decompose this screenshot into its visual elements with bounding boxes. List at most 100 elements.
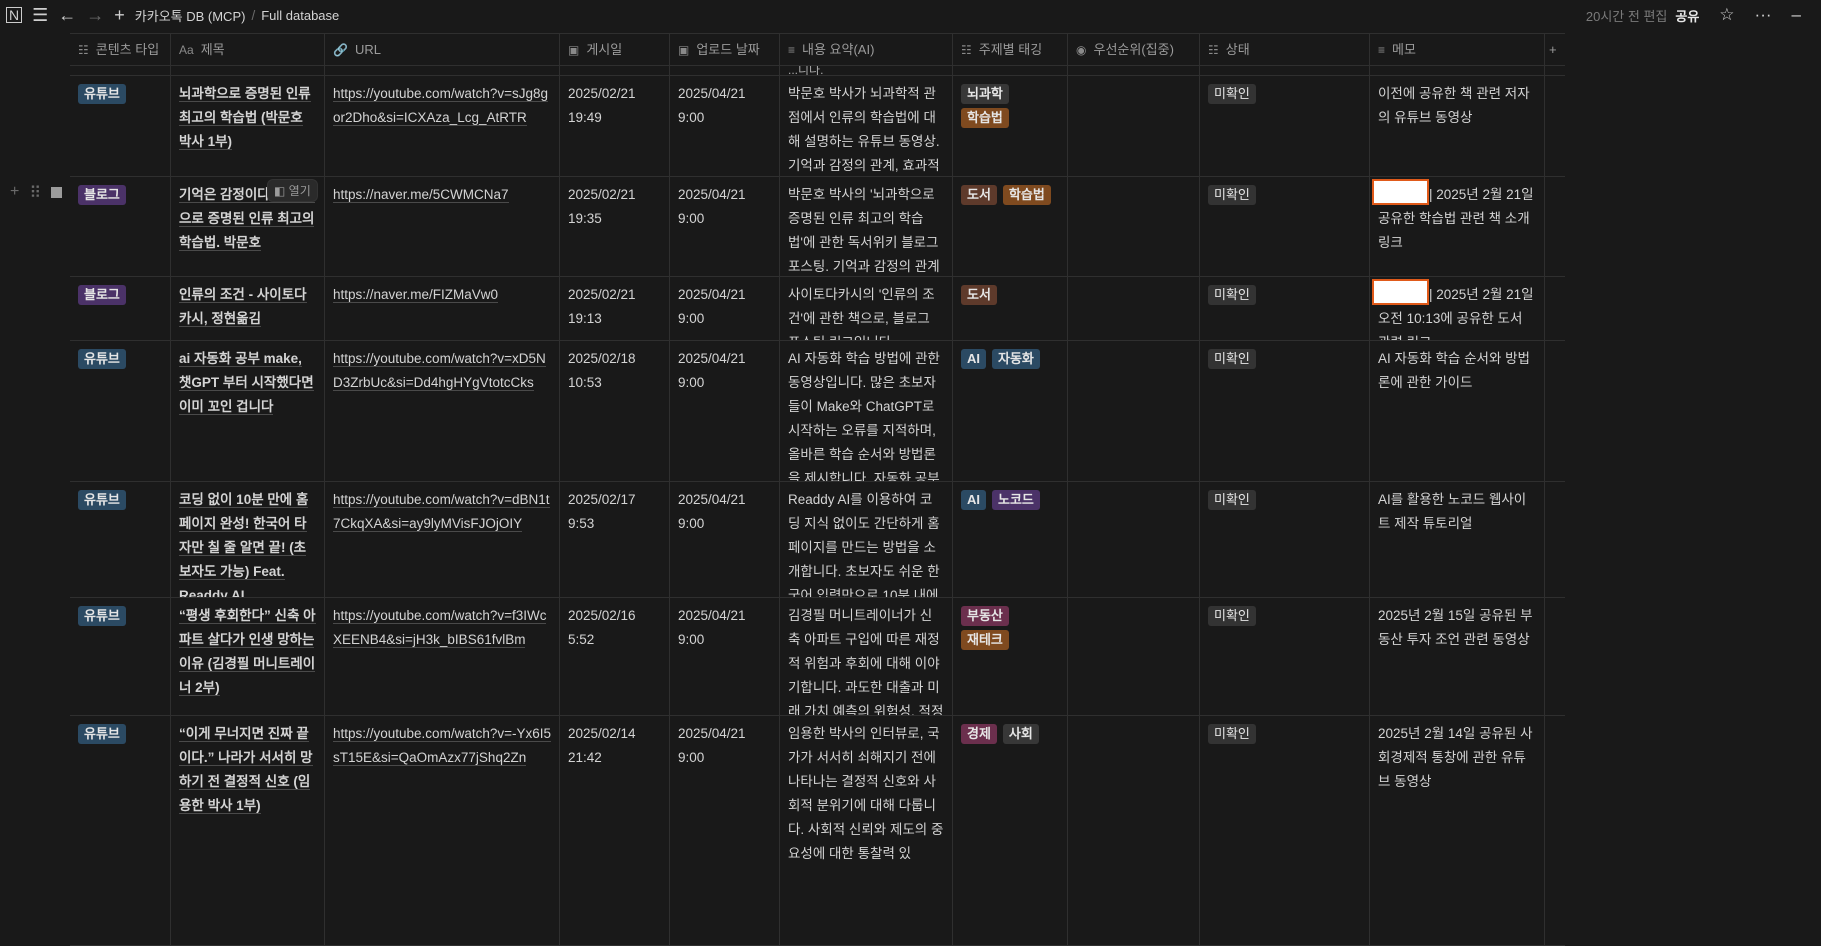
status-cell[interactable]: 미확인 <box>1200 341 1370 481</box>
table-row[interactable]: 유튜브 “평생 후회한다” 신축 아파트 살다가 인생 망하는 이유 (김경필 … <box>70 598 1565 716</box>
url-cell[interactable]: https://naver.me/FIZMaVw0 <box>325 277 560 340</box>
column-header[interactable]: ☷ 주제별 태깅 <box>953 34 1068 65</box>
forward-arrow-icon[interactable]: → <box>86 5 104 26</box>
topic-tag[interactable]: 뇌과학 <box>961 84 1009 104</box>
column-header[interactable]: Aa 제목 <box>171 34 325 65</box>
content-type-tag[interactable]: 블로그 <box>78 185 126 205</box>
priority-cell[interactable] <box>1068 76 1200 176</box>
content-type-tag[interactable]: 유튜브 <box>78 84 126 104</box>
url-cell[interactable]: https://youtube.com/watch?v=-Yx6I5sT15E&… <box>325 716 560 945</box>
upload-date[interactable]: 2025/04/21 9:00 <box>670 598 780 715</box>
status-badge[interactable]: 미확인 <box>1208 84 1256 104</box>
status-cell[interactable]: 미확인 <box>1200 277 1370 340</box>
memo-cell[interactable]: AI 자동화 학습 순서와 방법론에 관한 가이드 <box>1370 341 1545 481</box>
breadcrumb-workspace[interactable]: 카카오톡 DB (MCP) <box>135 6 246 25</box>
status-cell[interactable]: 미확인 <box>1200 598 1370 715</box>
add-row-icon[interactable]: + <box>10 183 19 203</box>
url-cell[interactable]: https://youtube.com/watch?v=sJg8gor2Dho&… <box>325 76 560 176</box>
status-badge[interactable]: 미확인 <box>1208 490 1256 510</box>
more-icon[interactable]: ··· <box>1755 5 1772 25</box>
content-type-tag[interactable]: 유튜브 <box>78 349 126 369</box>
posted-date[interactable]: 2025/02/21 19:35 <box>560 177 670 276</box>
status-badge[interactable]: 미확인 <box>1208 606 1256 626</box>
topic-tag[interactable]: 자동화 <box>992 349 1040 369</box>
url-link[interactable]: https://youtube.com/watch?v=-Yx6I5sT15E&… <box>333 726 551 766</box>
content-type-tag[interactable]: 블로그 <box>78 285 126 305</box>
summary-cell[interactable]: Readdy AI를 이용하여 코딩 지식 없이도 간단하게 홈페이지를 만드는… <box>780 482 953 597</box>
status-cell[interactable]: 미확인 <box>1200 76 1370 176</box>
url-link[interactable]: https://naver.me/FIZMaVw0 <box>333 287 499 303</box>
back-arrow-icon[interactable]: ← <box>58 5 76 26</box>
upload-date[interactable]: 2025/04/21 9:00 <box>670 277 780 340</box>
topic-tag[interactable]: 사회 <box>1002 724 1039 744</box>
column-header[interactable]: ☷ 상태 <box>1200 34 1370 65</box>
title-link[interactable]: 코딩 없이 10분 만에 홈페이지 완성! 한국어 타자만 칠 줄 알면 끝! … <box>179 492 309 597</box>
star-icon[interactable]: ☆ <box>1719 5 1734 25</box>
tags-cell[interactable]: AI 자동화 <box>953 341 1068 481</box>
status-badge[interactable]: 미확인 <box>1208 349 1256 369</box>
priority-cell[interactable] <box>1068 716 1200 945</box>
url-link[interactable]: https://youtube.com/watch?v=f3IWcXEENB4&… <box>333 608 547 648</box>
title-link[interactable]: ai 자동화 공부 make, 챗GPT 부터 시작했다면 이미 꼬인 겁니다 <box>179 351 314 415</box>
upload-date[interactable]: 2025/04/21 9:00 <box>670 177 780 276</box>
memo-cell[interactable]: 2025년 2월 14일 공유된 사회경제적 통창에 관한 유튜브 동영상 <box>1370 716 1545 945</box>
topic-tag[interactable]: 경제 <box>961 724 997 744</box>
tags-cell[interactable]: 뇌과학학습법 <box>953 76 1068 176</box>
content-type-tag[interactable]: 유튜브 <box>78 490 126 510</box>
table-row[interactable]: 유튜브 “이게 무너지면 진짜 끝이다.” 나라가 서서히 망하기 전 결정적 … <box>70 716 1565 946</box>
row-checkbox[interactable] <box>51 187 63 198</box>
topic-tag[interactable]: 재테크 <box>961 630 1009 650</box>
tags-cell[interactable]: 경제 사회 <box>953 716 1068 945</box>
posted-date[interactable]: 2025/02/21 19:49 <box>560 76 670 176</box>
column-header[interactable]: ▣ 업로드 날짜 <box>670 34 780 65</box>
url-cell[interactable]: https://youtube.com/watch?v=f3IWcXEENB4&… <box>325 598 560 715</box>
summary-cell[interactable]: 김경필 머니트레이너가 신축 아파트 구입에 따른 재정적 위험과 후회에 대해… <box>780 598 953 715</box>
column-header[interactable]: ≡ 메모 <box>1370 34 1545 65</box>
notion-logo-icon[interactable]: N <box>6 7 23 23</box>
topic-tag[interactable]: 노코드 <box>992 490 1040 510</box>
memo-cell[interactable]: 2025년 2월 15일 공유된 부동산 투자 조언 관련 동영상 <box>1370 598 1545 715</box>
tags-cell[interactable]: 부동산재테크 <box>953 598 1068 715</box>
tags-cell[interactable]: 도서 <box>953 277 1068 340</box>
url-link[interactable]: https://naver.me/5CWMCNa7 <box>333 187 509 203</box>
drag-handle-icon[interactable]: ⠿ <box>29 183 41 203</box>
menu-icon[interactable]: ☰ <box>32 5 48 26</box>
content-type-tag[interactable]: 유튜브 <box>78 606 126 626</box>
posted-date[interactable]: 2025/02/18 10:53 <box>560 341 670 481</box>
table-row[interactable]: 유튜브 ai 자동화 공부 make, 챗GPT 부터 시작했다면 이미 꼬인 … <box>70 341 1565 482</box>
summary-cell[interactable]: 사이토다카시의 '인류의 조건'에 관한 책으로, 블로그 포스팅 링크입니다. <box>780 277 953 340</box>
title-link[interactable]: “이게 무너지면 진짜 끝이다.” 나라가 서서히 망하기 전 결정적 신호 (… <box>179 726 313 814</box>
column-header[interactable]: ▣ 게시일 <box>560 34 670 65</box>
topic-tag[interactable]: 학습법 <box>961 108 1009 128</box>
content-type-tag[interactable]: 유튜브 <box>78 724 126 744</box>
share-button[interactable]: 공유 <box>1675 6 1699 25</box>
summary-cell[interactable]: 박문호 박사가 뇌과학적 관점에서 인류의 학습법에 대해 설명하는 유튜브 동… <box>780 76 953 176</box>
priority-cell[interactable] <box>1068 482 1200 597</box>
table-row[interactable]: 유튜브 뇌과학으로 증명된 인류 최고의 학습법 (박문호 박사 1부) htt… <box>70 76 1565 177</box>
memo-cell[interactable]: | 2025년 2월 21일 공유한 학습법 관련 책 소개 링크 <box>1370 177 1545 276</box>
topic-tag[interactable]: AI <box>961 490 986 510</box>
topic-tag[interactable]: 학습법 <box>1002 185 1051 205</box>
title-link[interactable]: 인류의 조건 - 사이토다카시, 정현옮김 <box>179 287 307 327</box>
status-badge[interactable]: 미확인 <box>1208 185 1256 205</box>
url-cell[interactable]: https://youtube.com/watch?v=dBN1t7CkqXA&… <box>325 482 560 597</box>
posted-date[interactable]: 2025/02/14 21:42 <box>560 716 670 945</box>
column-header[interactable]: ≡ 내용 요약(AI) <box>780 34 953 65</box>
open-page-button[interactable]: ◧ 열기 <box>268 180 317 201</box>
breadcrumb-page[interactable]: Full database <box>261 8 339 23</box>
priority-cell[interactable] <box>1068 277 1200 340</box>
minimize-icon[interactable]: – <box>1792 5 1801 25</box>
table-row[interactable]: 유튜브 코딩 없이 10분 만에 홈페이지 완성! 한국어 타자만 칠 줄 알면… <box>70 482 1565 598</box>
table-row[interactable]: 블로그 인류의 조건 - 사이토다카시, 정현옮김 https://naver.… <box>70 277 1565 341</box>
posted-date[interactable]: 2025/02/17 9:53 <box>560 482 670 597</box>
column-header[interactable]: ☷ 콘텐츠 타입 <box>70 34 171 65</box>
posted-date[interactable]: 2025/02/16 5:52 <box>560 598 670 715</box>
topic-tag[interactable]: AI <box>961 349 986 369</box>
title-link[interactable]: 뇌과학으로 증명된 인류 최고의 학습법 (박문호 박사 1부) <box>179 86 311 150</box>
status-badge[interactable]: 미확인 <box>1208 724 1256 744</box>
upload-date[interactable]: 2025/04/21 9:00 <box>670 76 780 176</box>
title-cell[interactable]: 인류의 조건 - 사이토다카시, 정현옮김 <box>171 277 325 340</box>
title-cell[interactable]: 코딩 없이 10분 만에 홈페이지 완성! 한국어 타자만 칠 줄 알면 끝! … <box>171 482 325 597</box>
memo-cell[interactable]: 이전에 공유한 책 관련 저자의 유튜브 동영상 <box>1370 76 1545 176</box>
new-page-icon[interactable]: + <box>114 5 125 26</box>
